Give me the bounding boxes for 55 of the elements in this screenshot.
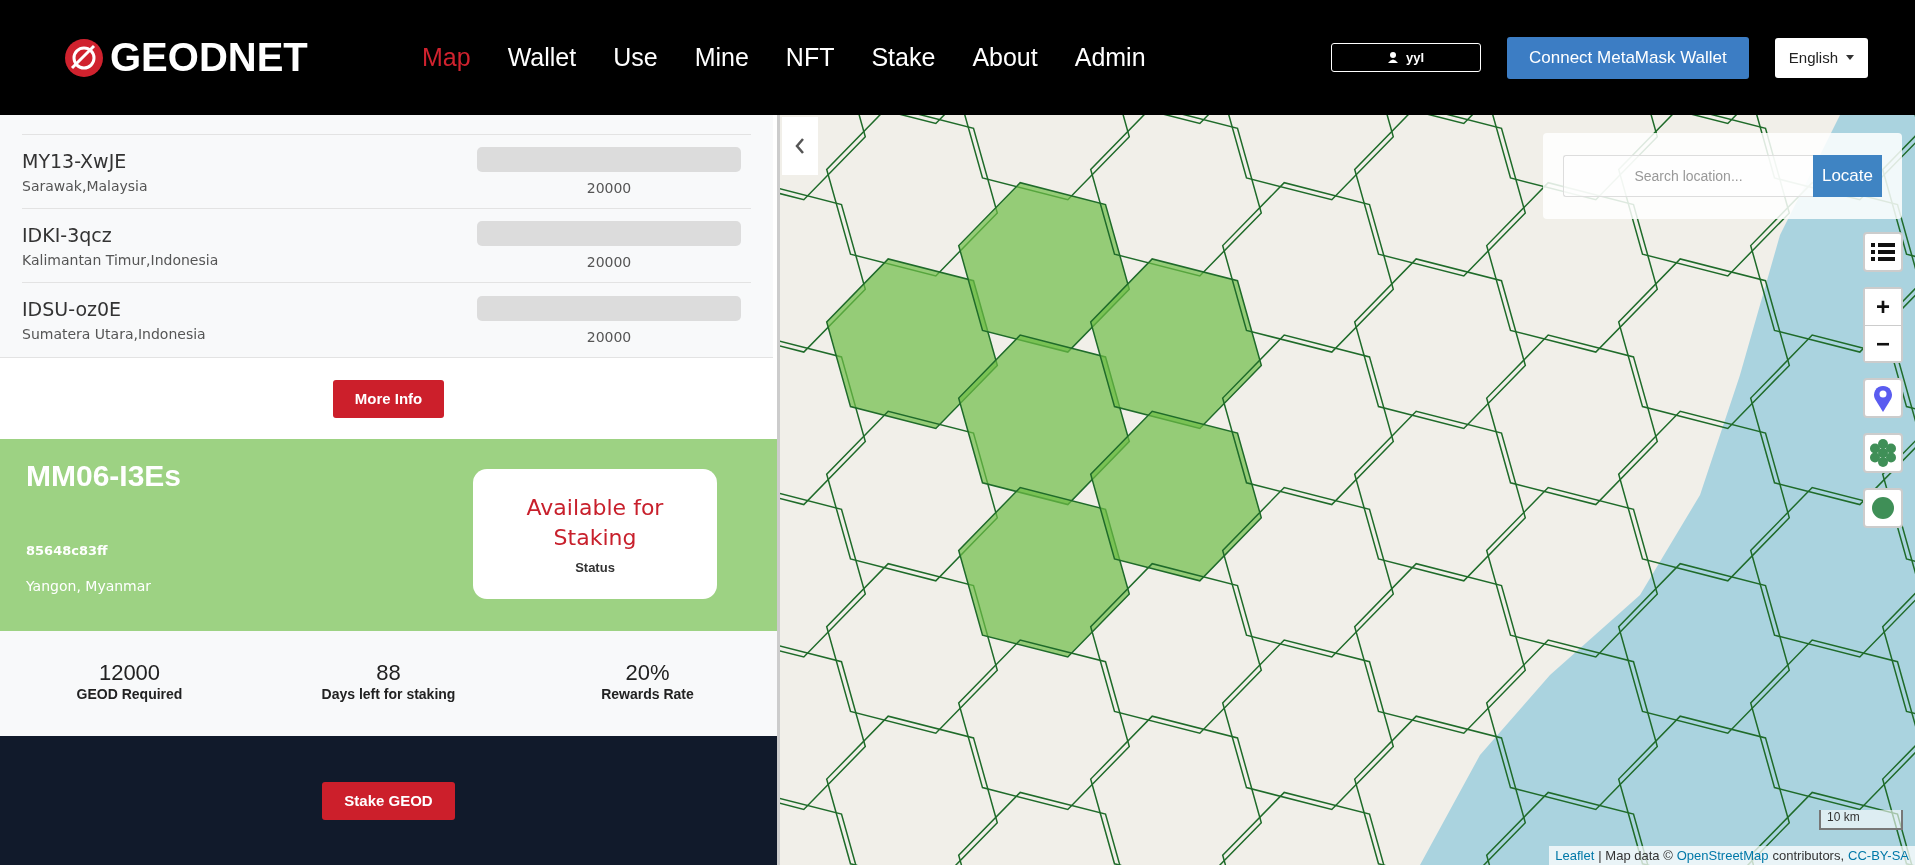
- stat-value: 12000: [98, 659, 161, 686]
- circle-icon: [1871, 496, 1895, 520]
- nav-link[interactable]: Mine: [694, 43, 749, 72]
- map-placeholder[interactable]: Search location... Locate + − 10 km Leaflet | Map data © OpenStreetMap contributors, CC-BY-SA: [780, 115, 1915, 865]
- chevron-left-icon: [795, 138, 805, 154]
- nav-link[interactable]: Admin: [1074, 43, 1146, 72]
- user-icon: [1387, 52, 1398, 63]
- nav-link[interactable]: Map: [422, 43, 471, 72]
- attribution-text: contributors,: [1772, 848, 1845, 863]
- caret-icon: [1846, 55, 1854, 60]
- nav-link[interactable]: About: [972, 43, 1038, 72]
- station-location: Yangon, Myanmar: [26, 578, 153, 594]
- nav-link[interactable]: Stake: [871, 43, 936, 72]
- search-field[interactable]: Search location...: [1563, 155, 1813, 197]
- status-value: Available for Staking: [525, 493, 665, 552]
- attribution-link[interactable]: OpenStreetMap: [1676, 848, 1769, 863]
- brand-name: GEODNET: [110, 35, 308, 80]
- circle-layer-button[interactable]: [1863, 488, 1903, 528]
- station-amount: 20000: [585, 180, 633, 196]
- station-name: IDKI-3qcz: [22, 223, 113, 246]
- user-button[interactable]: yyl: [1331, 43, 1481, 72]
- stat-label: Rewards Rate: [601, 685, 694, 702]
- stake-button[interactable]: Stake GEOD: [322, 781, 455, 820]
- map-pin-icon: [1873, 384, 1893, 412]
- nav-link[interactable]: Wallet: [507, 43, 577, 72]
- zoom-out-button[interactable]: −: [1865, 325, 1901, 361]
- attribution-text: | Map data ©: [1598, 848, 1673, 863]
- location-pin-button[interactable]: [1863, 378, 1903, 418]
- stat-label: GEOD Required: [76, 685, 183, 702]
- list-icon: [1871, 242, 1895, 262]
- locate-button[interactable]: Locate: [1812, 155, 1882, 197]
- stat-value: 88: [376, 659, 401, 686]
- hex-cluster-button[interactable]: [1863, 433, 1903, 473]
- collapse-button[interactable]: [782, 117, 818, 175]
- stat-value: 20%: [625, 659, 670, 686]
- connect-wallet-button[interactable]: Connect MetaMask Wallet: [1507, 36, 1749, 79]
- language-dropdown[interactable]: English: [1774, 37, 1868, 78]
- station-location: Sumatera Utara,Indonesia: [22, 326, 207, 342]
- map-scale: 10 km: [1819, 810, 1903, 830]
- more-info-button[interactable]: More Info: [332, 379, 445, 418]
- station-name: IDSU-oz0E: [22, 298, 123, 320]
- station-hash: 85648c83ff: [26, 543, 109, 558]
- station-location: Kalimantan Timur,Indonesia: [22, 251, 220, 268]
- attribution-link[interactable]: CC-BY-SA: [1848, 848, 1909, 863]
- station-location: Sarawak,Malaysia: [22, 177, 149, 194]
- nav-link[interactable]: Use: [613, 43, 658, 72]
- station-amount: 20000: [585, 328, 633, 345]
- attribution-link[interactable]: Leaflet: [1555, 848, 1595, 863]
- stat-label: Days left for staking: [321, 685, 456, 702]
- layer-list-button[interactable]: [1863, 232, 1903, 272]
- station-amount: 20000: [585, 254, 633, 270]
- station-name: MY13-XwJE: [22, 149, 128, 172]
- nav-link[interactable]: NFT: [785, 43, 835, 72]
- station-title: MM06-I3Es: [26, 459, 182, 493]
- status-label: Status: [575, 560, 615, 576]
